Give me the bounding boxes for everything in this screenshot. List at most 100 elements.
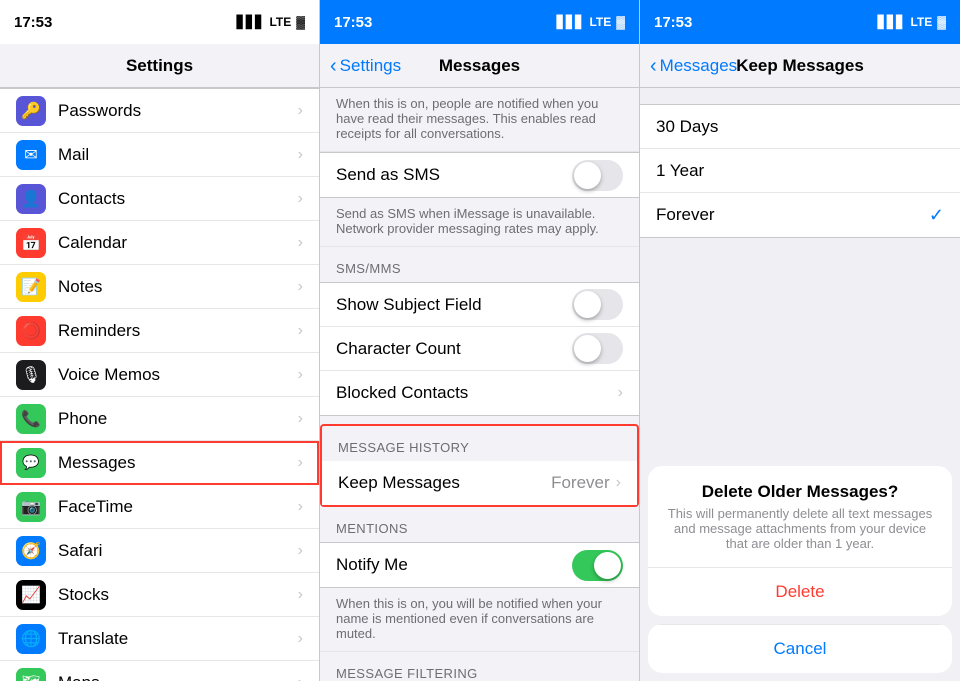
signal-icon-mid: ▋▋▋ [557,15,585,29]
keep-messages-row-mid[interactable]: Keep Messages Forever › [320,461,639,507]
sidebar-item-passwords[interactable]: 🔑 Passwords › [0,89,319,133]
show-subject-field-toggle[interactable] [572,289,623,320]
read-receipts-description: When this is on, people are notified whe… [320,88,639,152]
nav-title-left: Settings [126,56,193,76]
status-bar-left: 17:53 ▋▋▋ LTE ▓ [0,0,319,44]
chevron-icon-voicememos: › [298,366,303,384]
sidebar-item-reminders[interactable]: ⭕ Reminders › [0,309,319,353]
option-30-days-label: 30 Days [656,117,944,137]
character-count-row[interactable]: Character Count [320,327,639,371]
nav-title-right: Keep Messages [736,56,864,76]
send-as-sms-description: Send as SMS when iMessage is unavailable… [320,198,639,247]
chevron-icon-mail: › [298,146,303,164]
nav-bar-right: ‹ Messages Keep Messages [640,44,960,88]
chevron-icon-keep: › [616,474,621,492]
voicememos-icon: 🎙 [16,360,46,390]
nav-bar-mid: ‹ Settings Messages [320,44,639,88]
sidebar-item-notes[interactable]: 📝 Notes › [0,265,319,309]
battery-icon-mid: ▓ [616,15,625,29]
message-history-header: MESSAGE HISTORY [320,424,639,461]
phone-label: Phone [58,409,298,429]
sidebar-item-calendar[interactable]: 📅 Calendar › [0,221,319,265]
status-right-right: ▋▋▋ LTE ▓ [878,15,946,29]
passwords-label: Passwords [58,101,298,121]
option-forever[interactable]: Forever ✓ [640,193,960,237]
mail-label: Mail [58,145,298,165]
show-subject-toggle-thumb [574,291,601,318]
cancel-button[interactable]: Cancel [648,624,952,673]
chevron-back-icon-mid: ‹ [330,56,337,76]
sidebar-item-contacts[interactable]: 👤 Contacts › [0,177,319,221]
show-subject-field-row[interactable]: Show Subject Field [320,283,639,327]
keep-messages-options-group: 30 Days 1 Year Forever ✓ [640,104,960,238]
send-as-sms-toggle-thumb [574,162,601,189]
notify-me-toggle-thumb [594,552,621,579]
keep-messages-value: Forever [551,473,610,493]
delete-button[interactable]: Delete [648,567,952,616]
lte-label-left: LTE [269,15,291,29]
character-count-label: Character Count [336,339,572,359]
sidebar-item-mail[interactable]: ✉ Mail › [0,133,319,177]
safari-label: Safari [58,541,298,561]
show-subject-field-label: Show Subject Field [336,295,572,315]
mentions-group: Notify Me [320,542,639,588]
sidebar-item-messages[interactable]: 💬 Messages › [0,441,319,485]
messages-icon: 💬 [16,448,46,478]
chevron-icon-messages: › [298,454,303,472]
status-bar-mid: 17:53 ▋▋▋ LTE ▓ [320,0,639,44]
sidebar-item-safari[interactable]: 🧭 Safari › [0,529,319,573]
reminders-label: Reminders [58,321,298,341]
sidebar-item-facetime[interactable]: 📷 FaceTime › [0,485,319,529]
nav-title-mid: Messages [439,56,520,76]
keep-messages-label-mid: Keep Messages [338,473,551,493]
sms-mms-group: Show Subject Field Character Count Block… [320,282,639,416]
settings-panel: 17:53 ▋▋▋ LTE ▓ Settings 🔑 Passwords › ✉… [0,0,320,681]
status-time-right: 17:53 [654,14,692,31]
checkmark-icon-forever: ✓ [929,205,944,226]
send-as-sms-group: Send as SMS [320,152,639,198]
maps-label: Maps [58,673,298,681]
option-1-year[interactable]: 1 Year [640,149,960,193]
sidebar-item-stocks[interactable]: 📈 Stocks › [0,573,319,617]
cancel-dialog-box: Cancel [648,624,952,673]
back-button-right[interactable]: ‹ Messages [650,56,737,76]
lte-label-mid: LTE [589,15,611,29]
sms-mms-header: SMS/MMS [320,247,639,282]
right-panel-content: 30 Days 1 Year Forever ✓ Delete Older Me… [640,88,960,681]
maps-icon: 🗺 [16,668,46,681]
sidebar-item-translate[interactable]: 🌐 Translate › [0,617,319,661]
sidebar-item-phone[interactable]: 📞 Phone › [0,397,319,441]
contacts-label: Contacts [58,189,298,209]
chevron-icon-maps: › [298,674,303,681]
safari-icon: 🧭 [16,536,46,566]
sidebar-item-maps[interactable]: 🗺 Maps › [0,661,319,681]
status-time-left: 17:53 [14,14,52,31]
chevron-icon-facetime: › [298,498,303,516]
dialog-title: Delete Older Messages? [648,466,952,506]
blocked-contacts-row[interactable]: Blocked Contacts › [320,371,639,415]
chevron-icon-passwords: › [298,102,303,120]
keep-messages-options-wrapper: 30 Days 1 Year Forever ✓ [640,104,960,238]
keep-messages-setting-row[interactable]: Keep Messages Forever › [322,461,637,505]
translate-icon: 🌐 [16,624,46,654]
translate-label: Translate [58,629,298,649]
sidebar-item-voicememos[interactable]: 🎙 Voice Memos › [0,353,319,397]
dialog-message: This will permanently delete all text me… [648,506,952,567]
status-right-left: ▋▋▋ LTE ▓ [237,15,305,29]
back-button-mid[interactable]: ‹ Settings [330,56,401,76]
notify-me-row[interactable]: Notify Me [320,543,639,587]
send-as-sms-row[interactable]: Send as SMS [320,153,639,197]
nav-bar-left: Settings [0,44,319,88]
back-label-right: Messages [660,56,737,76]
notify-me-toggle[interactable] [572,550,623,581]
status-bar-right: 17:53 ▋▋▋ LTE ▓ [640,0,960,44]
passwords-icon: 🔑 [16,96,46,126]
option-30-days[interactable]: 30 Days [640,105,960,149]
notify-me-label: Notify Me [336,555,572,575]
chevron-icon-contacts: › [298,190,303,208]
character-count-toggle[interactable] [572,333,623,364]
battery-icon-right: ▓ [937,15,946,29]
send-as-sms-toggle[interactable] [572,160,623,191]
lte-label-right: LTE [910,15,932,29]
message-history-section: MESSAGE HISTORY Keep Messages Forever › [320,424,639,507]
